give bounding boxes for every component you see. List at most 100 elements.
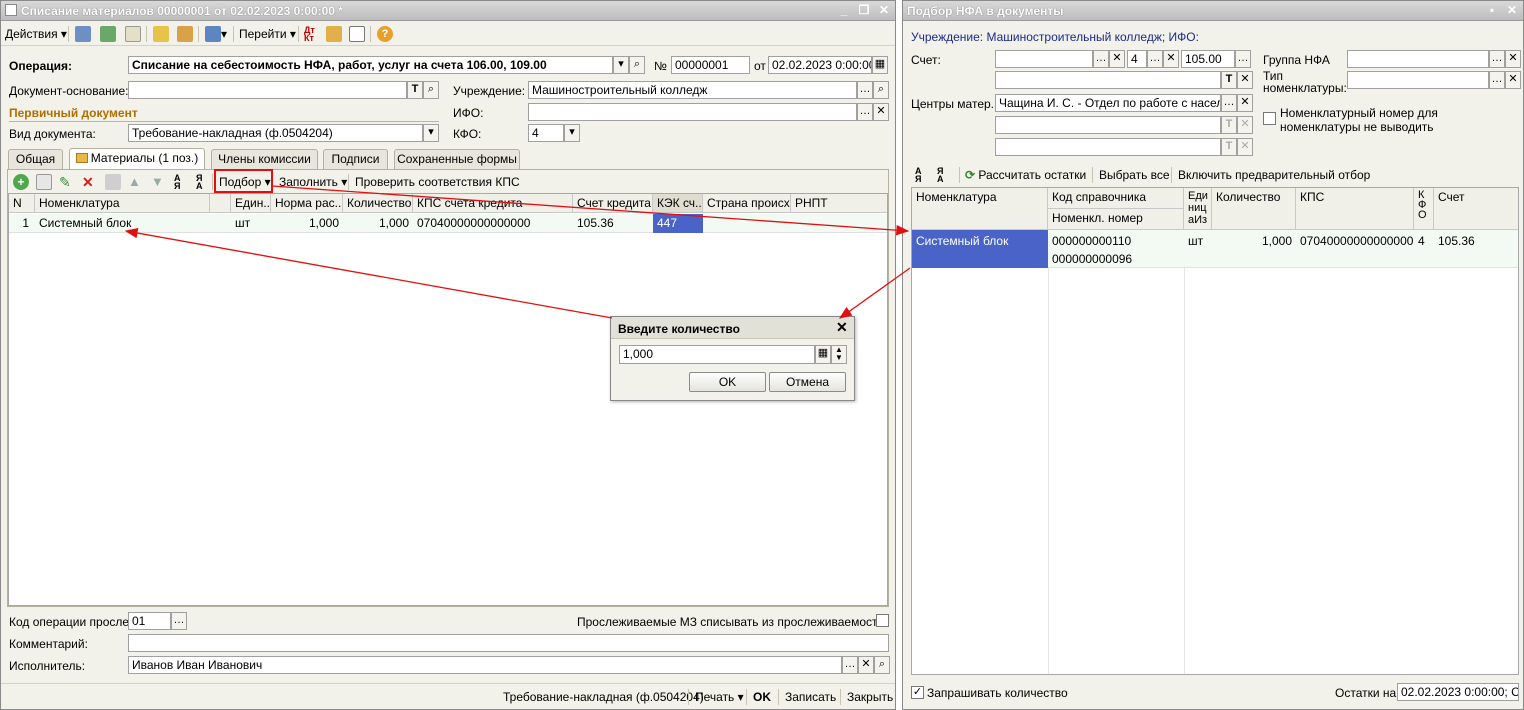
col-norm[interactable]: Норма рас... bbox=[271, 194, 343, 213]
nfa-group-field[interactable] bbox=[1347, 50, 1489, 68]
col-kps-credit[interactable]: КПС счета кредита bbox=[413, 194, 573, 213]
edit-row-icon[interactable]: ✎ bbox=[59, 174, 75, 190]
account-select-button[interactable]: … bbox=[1093, 50, 1109, 68]
close-icon[interactable]: ✕ bbox=[836, 320, 848, 334]
move-down-icon[interactable]: ▼ bbox=[151, 174, 167, 190]
executor-field[interactable]: Иванов Иван Иванович bbox=[128, 656, 842, 674]
col-n[interactable]: N bbox=[9, 194, 35, 213]
col-country[interactable]: Страна происх... bbox=[703, 194, 791, 213]
restore-icon[interactable]: ❐ bbox=[857, 3, 871, 17]
row-kps[interactable]: 07040000000000000 bbox=[1296, 232, 1414, 250]
centers3-clear-button[interactable]: ✕ bbox=[1237, 138, 1253, 156]
col-kek[interactable]: КЭК сч... bbox=[653, 194, 703, 213]
account-value-select-button[interactable]: … bbox=[1235, 50, 1251, 68]
account-field-1[interactable] bbox=[995, 50, 1093, 68]
tracked-op-select-button[interactable]: … bbox=[171, 612, 187, 630]
tracked-op-field[interactable]: 01 bbox=[128, 612, 171, 630]
nom-type-clear-button[interactable]: ✕ bbox=[1505, 71, 1521, 89]
col-qty[interactable]: Количество bbox=[343, 194, 413, 213]
col-kps[interactable]: КПС bbox=[1296, 188, 1414, 230]
ifo-clear-button[interactable]: ✕ bbox=[873, 103, 889, 121]
goto-dropdown[interactable]: ▾ bbox=[221, 26, 227, 42]
comment-field[interactable] bbox=[128, 634, 889, 652]
account-clear-button[interactable]: ✕ bbox=[1109, 50, 1125, 68]
col-kfo[interactable]: К Ф О bbox=[1414, 188, 1434, 230]
row-ref-code[interactable]: 000000000110 bbox=[1048, 232, 1184, 250]
account2-type-button[interactable]: T bbox=[1221, 71, 1237, 89]
row-account[interactable]: 105.36 bbox=[1434, 232, 1518, 250]
save-icon[interactable] bbox=[75, 26, 91, 42]
basis-type-button[interactable]: T bbox=[407, 81, 423, 99]
row-unit[interactable]: шт bbox=[231, 214, 271, 232]
tab-saved-forms[interactable]: Сохраненные формы bbox=[394, 149, 520, 169]
nfa-group-clear-button[interactable]: ✕ bbox=[1505, 50, 1521, 68]
nom-type-select-button[interactable]: … bbox=[1489, 71, 1505, 89]
table-row[interactable]: Системный блок 000000000110 000000000096… bbox=[912, 230, 1518, 268]
row-qty[interactable]: 1,000 bbox=[343, 214, 413, 232]
close-icon[interactable]: ✕ bbox=[877, 3, 891, 17]
centers-field[interactable]: Чащина И. С. - Отдел по работе с населен… bbox=[995, 94, 1221, 112]
close-icon[interactable]: ✕ bbox=[1505, 3, 1519, 17]
copy-row-icon[interactable] bbox=[36, 174, 52, 190]
row-qty[interactable]: 1,000 bbox=[1212, 232, 1296, 250]
operation-search-button[interactable]: ⌕ bbox=[629, 56, 645, 74]
tracked-checkbox[interactable] bbox=[876, 614, 889, 627]
ifo-field[interactable] bbox=[528, 103, 857, 121]
executor-search-button[interactable]: ⌕ bbox=[874, 656, 890, 674]
executor-clear-button[interactable]: ✕ bbox=[858, 656, 874, 674]
row-nom[interactable]: Системный блок bbox=[912, 230, 1048, 268]
tab-general[interactable]: Общая bbox=[8, 149, 63, 169]
institution-search-button[interactable]: ⌕ bbox=[873, 81, 889, 99]
go-menu[interactable]: Перейти ▾ bbox=[239, 26, 296, 42]
calendar-icon[interactable]: ▦ bbox=[872, 56, 888, 74]
prefilter-button[interactable]: Включить предварительный отбор bbox=[1178, 167, 1370, 183]
balance-field[interactable]: 02.02.2023 0:00:00; Сп bbox=[1397, 683, 1519, 701]
add-row-icon[interactable]: + bbox=[13, 174, 29, 190]
operation-dropdown-button[interactable]: ▾ bbox=[613, 56, 629, 74]
account-kfo-field[interactable]: 4 bbox=[1127, 50, 1147, 68]
institution-field[interactable]: Машиностроительный колледж bbox=[528, 81, 857, 99]
tab-materials[interactable]: Материалы (1 поз.) bbox=[69, 148, 205, 169]
structure-icon[interactable] bbox=[326, 26, 342, 42]
row-unit[interactable]: шт bbox=[1184, 232, 1212, 250]
centers2-clear-button[interactable]: ✕ bbox=[1237, 116, 1253, 134]
fill-button[interactable]: Заполнить ▾ bbox=[279, 174, 347, 190]
tab-signatures[interactable]: Подписи bbox=[323, 149, 388, 169]
row-kfo[interactable]: 4 bbox=[1414, 232, 1434, 250]
kfo-field[interactable]: 4 bbox=[528, 124, 564, 142]
nom-no-checkbox[interactable] bbox=[1263, 112, 1276, 125]
end-edit-icon[interactable] bbox=[105, 174, 121, 190]
account-kfo-select-button[interactable]: … bbox=[1147, 50, 1163, 68]
col-qty[interactable]: Количество bbox=[1212, 188, 1296, 230]
institution-select-button[interactable]: … bbox=[857, 81, 873, 99]
col-account[interactable]: Счет bbox=[1434, 188, 1518, 230]
basis-search-button[interactable]: ⌕ bbox=[423, 81, 439, 99]
copy-icon[interactable] bbox=[125, 26, 141, 42]
centers3-type-button[interactable]: T bbox=[1221, 138, 1237, 156]
col-nomenclature[interactable]: Номенклатура bbox=[35, 194, 210, 213]
table-row[interactable]: 1 Системный блок шт 1,000 1,000 07040000… bbox=[9, 214, 887, 233]
report-icon[interactable] bbox=[349, 26, 365, 42]
sort-asc-icon[interactable]: АЯ bbox=[915, 167, 931, 184]
dt-kt-icon[interactable]: Дт Кт bbox=[304, 26, 315, 43]
doc-type-dropdown[interactable]: ▾ bbox=[423, 124, 439, 142]
recalc-button[interactable]: ⟳ Рассчитать остатки bbox=[965, 167, 1086, 183]
sort-desc-icon[interactable]: ЯА bbox=[196, 174, 212, 191]
account-value-field[interactable]: 105.00 bbox=[1181, 50, 1235, 68]
pin-icon[interactable]: ▪ bbox=[1485, 3, 1499, 17]
account-kfo-clear-button[interactable]: ✕ bbox=[1163, 50, 1179, 68]
row-inv-no[interactable]: 000000000096 bbox=[1048, 250, 1184, 268]
ifo-select-button[interactable]: … bbox=[857, 103, 873, 121]
centers-select-button[interactable]: … bbox=[1221, 94, 1237, 112]
row-name[interactable]: Системный блок bbox=[35, 214, 210, 232]
row-kps[interactable]: 07040000000000000 bbox=[413, 214, 573, 232]
centers-field-3[interactable] bbox=[995, 138, 1221, 156]
save-button[interactable]: Записать bbox=[785, 689, 836, 705]
row-kek[interactable]: 447 bbox=[653, 214, 703, 233]
ask-qty-checkbox[interactable]: ✓ bbox=[911, 686, 924, 699]
kfo-dropdown[interactable]: ▾ bbox=[564, 124, 580, 142]
executor-select-button[interactable]: … bbox=[842, 656, 858, 674]
close-button[interactable]: Закрыть bbox=[847, 689, 893, 705]
check-kps-button[interactable]: Проверить соответствия КПС bbox=[355, 174, 520, 190]
minimize-icon[interactable]: _ bbox=[837, 3, 851, 17]
